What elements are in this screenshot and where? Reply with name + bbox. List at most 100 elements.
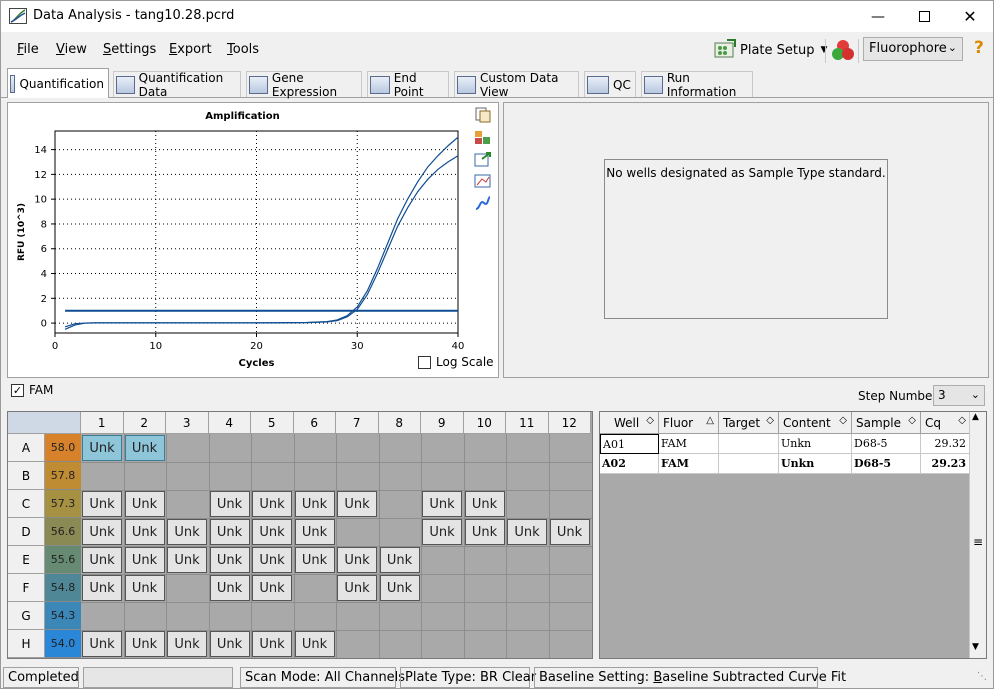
plate-well[interactable]: Unk [337,491,377,517]
curve-fit-icon[interactable] [474,195,492,211]
maximize-button[interactable] [901,1,947,32]
plate-well[interactable]: Unk [167,631,207,657]
tab-custom-data-view[interactable]: Custom Data View [454,71,579,99]
plate-column-header[interactable]: 10 [463,412,506,434]
plate-row-header[interactable]: F [8,574,45,602]
plate-column-header[interactable]: 5 [251,412,294,434]
plate-column-header[interactable]: 9 [421,412,464,434]
table-cell-content[interactable]: Unkn [779,434,852,454]
plate-row-header[interactable]: E [8,546,45,574]
table-cell-sample[interactable]: D68-5 [852,454,921,474]
plate-well[interactable]: Unk [379,575,420,601]
plate-well[interactable]: Unk [82,547,122,573]
plate-well[interactable]: Unk [209,631,250,657]
plate-well[interactable]: Unk [337,575,377,601]
menu-settings[interactable]: Settings [103,42,156,57]
zoom-graph-icon[interactable] [474,173,492,189]
plate-well[interactable]: Unk [422,491,462,517]
close-button[interactable]: ✕ [947,1,993,32]
plate-well[interactable]: Unk [252,491,292,517]
plate-well[interactable]: Unk [124,631,165,657]
fam-checkbox[interactable]: ✓ FAM [11,383,53,397]
plate-well[interactable]: Unk [294,519,335,545]
table-vertical-scrollbar[interactable]: ▲ ≡ ▼ [969,412,986,658]
plate-column-header[interactable]: 7 [336,412,379,434]
plate-well[interactable]: Unk [294,631,335,657]
scroll-thumb[interactable]: ≡ [973,535,983,549]
plate-column-header[interactable]: 4 [208,412,251,434]
plate-well[interactable]: Unk [252,547,292,573]
plate-column-header[interactable]: 8 [378,412,421,434]
plate-well[interactable]: Unk [337,547,377,573]
minimize-button[interactable]: — [855,1,901,32]
table-header-sample[interactable]: Sample ◇ [852,412,921,434]
plate-well[interactable]: Unk [252,631,292,657]
plate-column-header[interactable]: 12 [548,412,591,434]
step-number-select[interactable]: 3 ⌄ [933,385,985,406]
menu-tools[interactable]: Tools [227,42,259,57]
plate-well[interactable]: Unk [422,519,462,545]
tab-run-information[interactable]: Run Information [641,71,753,99]
plate-well[interactable]: Unk [464,519,505,545]
fluorophore-select[interactable]: Fluorophore ⌄ [863,37,963,61]
plate-column-header[interactable]: 3 [166,412,209,434]
table-cell-well[interactable]: A02 [600,454,659,474]
plate-well[interactable]: Unk [124,519,165,545]
resize-grip-icon[interactable]: ⋱ [977,671,987,682]
help-button[interactable]: ? [974,38,984,58]
plate-column-header[interactable]: 6 [293,412,336,434]
plate-well[interactable]: Unk [82,631,122,657]
plate-well[interactable]: Unk [167,547,207,573]
plate-well[interactable]: Unk [549,519,590,545]
copy-icon[interactable] [474,107,492,123]
plate-well[interactable]: Unk [379,547,420,573]
plate-row-header[interactable]: A [8,434,45,462]
table-cell-target[interactable] [719,434,779,454]
plate-well[interactable]: Unk [82,575,122,601]
table-cell-cq[interactable]: 29.32 [921,434,971,454]
menu-file[interactable]: File [17,42,39,57]
plate-well[interactable]: Unk [209,491,250,517]
plate-well[interactable]: Unk [82,519,122,545]
scroll-down-icon[interactable]: ▼ [972,642,979,652]
plate-row-header[interactable]: B [8,462,45,490]
menu-view[interactable]: View [56,42,87,57]
menu-export[interactable]: Export [169,42,212,57]
plate-well[interactable]: Unk [209,547,250,573]
plate-well[interactable]: Unk [294,491,335,517]
plate-row-header[interactable]: G [8,602,45,630]
table-cell-fluor[interactable]: FAM [659,434,719,454]
table-cell-target[interactable] [719,454,779,474]
plate-well[interactable]: Unk [82,491,122,517]
plate-column-header[interactable]: 11 [506,412,549,434]
graph-options-icon[interactable] [474,129,492,145]
plate-well[interactable]: Unk [124,575,165,601]
table-cell-fluor[interactable]: FAM [659,454,719,474]
table-header-well[interactable]: Well ◇ [600,412,659,434]
plate-well[interactable]: Unk [252,575,292,601]
plate-well[interactable]: Unk [507,519,547,545]
plate-well[interactable]: Unk [124,435,165,461]
table-cell-cq[interactable]: 29.23 [921,454,971,474]
tab-quantification-data[interactable]: Quantification Data [113,71,241,99]
plate-row-header[interactable]: D [8,518,45,546]
plate-well[interactable]: Unk [82,435,122,461]
plate-well[interactable]: Unk [464,491,505,517]
table-header-fluor[interactable]: Fluor △ [659,412,719,434]
plate-column-header[interactable]: 1 [81,412,124,434]
plate-well[interactable]: Unk [124,491,165,517]
table-cell-content[interactable]: Unkn [779,454,852,474]
plate-setup-button[interactable]: Plate Setup ▼ [713,38,827,62]
well-group-button[interactable] [831,38,855,62]
export-graph-icon[interactable] [474,151,492,167]
plate-row-header[interactable]: H [8,630,45,658]
tab-qc[interactable]: QC [584,71,636,97]
table-header-cq[interactable]: Cq ◇ [921,412,971,434]
plate-row-header[interactable]: C [8,490,45,518]
tab-end-point[interactable]: End Point [367,71,449,99]
plate-well[interactable]: Unk [124,547,165,573]
log-scale-checkbox[interactable]: Log Scale [418,355,494,369]
plate-well[interactable]: Unk [209,519,250,545]
table-header-target[interactable]: Target ◇ [719,412,779,434]
plate-well[interactable]: Unk [294,547,335,573]
